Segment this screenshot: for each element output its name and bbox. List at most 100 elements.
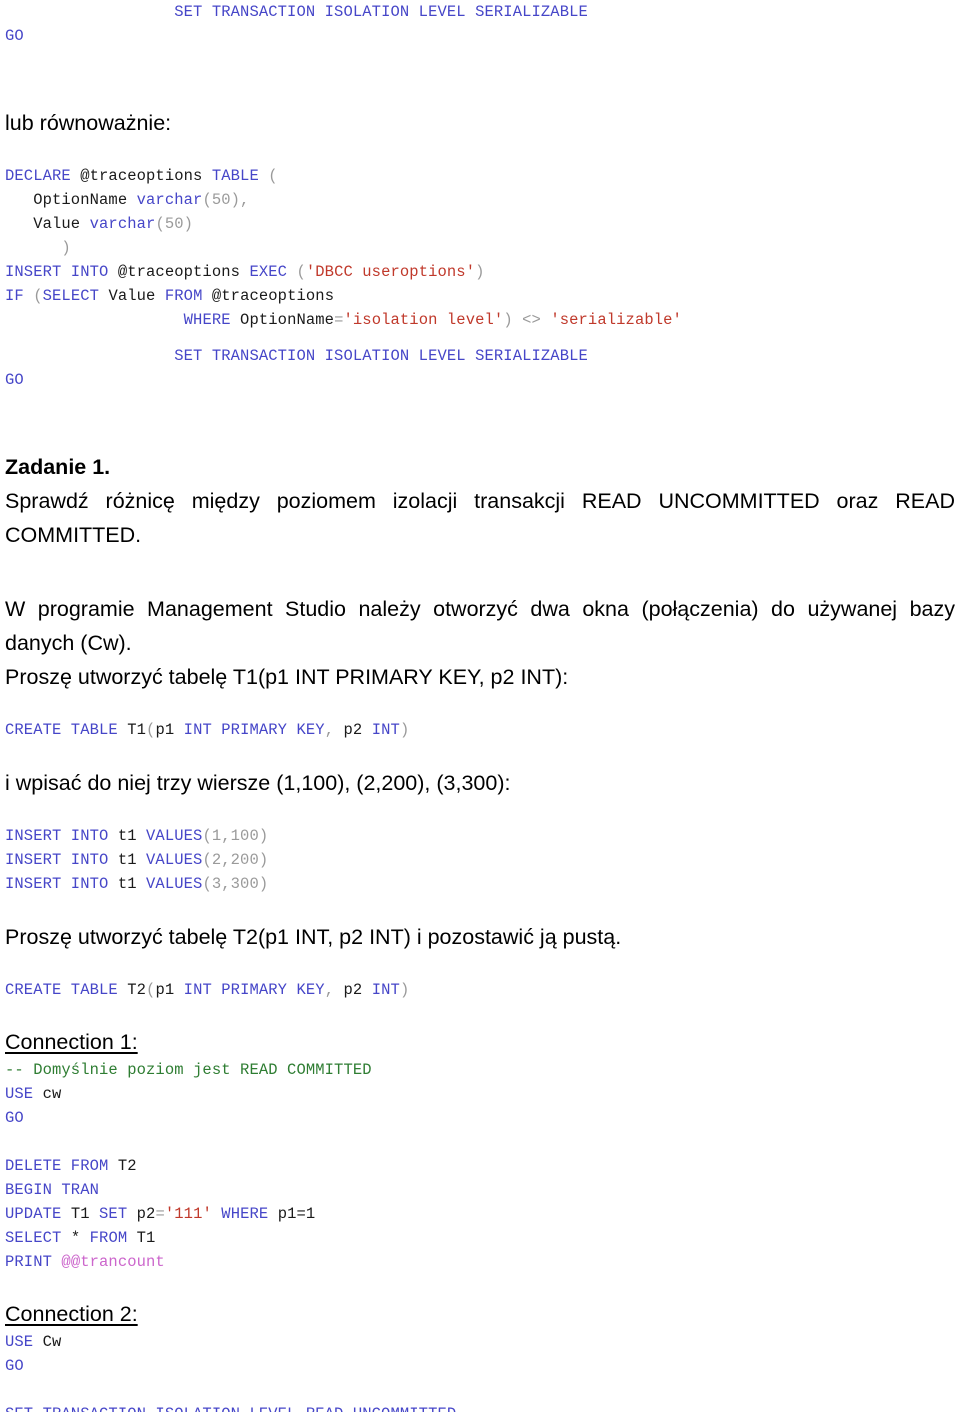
sql-keyword-begin-tran: BEGIN TRAN bbox=[5, 1181, 100, 1199]
paragraph-lub-rownowaznie: lub równoważnie: bbox=[5, 111, 172, 135]
sql-variable-trancount: @@trancount bbox=[52, 1253, 165, 1271]
sql-paren-open: ( bbox=[258, 167, 278, 185]
sql-paren-close: ) bbox=[5, 239, 71, 257]
paragraph-create-t2-instruction: Proszę utworzyć tabelę T2(p1 INT, p2 INT… bbox=[5, 925, 622, 949]
connection-1-heading: Connection 1: bbox=[5, 1030, 138, 1054]
sql-keyword-values: VALUES bbox=[146, 851, 203, 869]
code-block-connection-2-header: USE Cw GO bbox=[5, 1330, 955, 1378]
code-block-connection-2-isolation: SET TRANSACTION ISOLATION LEVEL READ UNC… bbox=[5, 1402, 955, 1412]
sql-keyword-go: GO bbox=[5, 371, 24, 389]
sql-keyword-set-transaction: SET TRANSACTION ISOLATION LEVEL SERIALIZ… bbox=[174, 3, 588, 21]
sql-values-args: (2,200) bbox=[202, 851, 269, 869]
sql-column-optionname: OptionName bbox=[230, 311, 335, 329]
sql-keyword-go: GO bbox=[5, 1109, 24, 1127]
sql-database-cw: cw bbox=[33, 1085, 62, 1103]
paragraph-management-studio: W programie Management Studio należy otw… bbox=[5, 597, 955, 655]
code-block-connection-1-header: -- Domyślnie poziom jest READ COMMITTED … bbox=[5, 1058, 955, 1130]
sql-values-args: (1,100) bbox=[202, 827, 269, 845]
connection-2-heading: Connection 2: bbox=[5, 1302, 138, 1326]
paragraph-create-t1-instruction: Proszę utworzyć tabelę T1(p1 INT PRIMARY… bbox=[5, 665, 569, 689]
sql-paren-close: ) bbox=[399, 721, 410, 739]
sql-type-length: (50), bbox=[202, 191, 250, 209]
sql-keyword-values: VALUES bbox=[146, 875, 203, 893]
sql-keyword-print: PRINT bbox=[5, 1253, 53, 1271]
sql-paren-close: ) bbox=[503, 311, 513, 329]
sql-keyword-set: SET bbox=[99, 1205, 128, 1223]
task-heading-zadanie-1: Zadanie 1. bbox=[5, 455, 111, 479]
sql-values-args: (3,300) bbox=[202, 875, 269, 893]
sql-table-t1: t1 bbox=[108, 827, 147, 845]
sql-variable-traceoptions: @traceoptions bbox=[202, 287, 335, 305]
sql-column-p1: p1 bbox=[155, 721, 184, 739]
sql-table-t2: T2 bbox=[108, 1157, 137, 1175]
sql-keyword-insert-into: INSERT INTO bbox=[5, 827, 109, 845]
sql-keyword-select: SELECT bbox=[5, 1229, 62, 1247]
sql-paren-open: ( bbox=[23, 287, 43, 305]
task-body-text: Sprawdź różnicę między poziomem izolacji… bbox=[5, 489, 955, 547]
sql-variable-traceoptions: @traceoptions bbox=[108, 263, 250, 281]
sql-type-int-primary-key: INT PRIMARY KEY bbox=[183, 721, 325, 739]
sql-type-length: (50) bbox=[155, 215, 194, 233]
sql-keyword-where: WHERE bbox=[211, 1205, 269, 1223]
document-page: SET TRANSACTION ISOLATION LEVEL SERIALIZ… bbox=[0, 0, 960, 1412]
sql-table-t1: T1 bbox=[117, 721, 147, 739]
sql-operator-not-equal: <> bbox=[512, 311, 551, 329]
code-block-insert-rows: INSERT INTO t1 VALUES (1,100) INSERT INTO… bbox=[5, 824, 955, 896]
sql-comma: , bbox=[324, 981, 344, 999]
sql-table-t1: T1 bbox=[127, 1229, 156, 1247]
sql-paren-open: ( bbox=[287, 263, 306, 281]
sql-keyword-insert-into: INSERT INTO bbox=[5, 263, 109, 281]
sql-column-value: Value bbox=[99, 287, 165, 305]
sql-keyword-from: FROM bbox=[89, 1229, 128, 1247]
sql-keyword-create-table: CREATE TABLE bbox=[5, 981, 118, 999]
sql-keyword-update: UPDATE bbox=[5, 1205, 62, 1223]
sql-column-p1: p1 bbox=[155, 981, 184, 999]
sql-table-t2: T2 bbox=[117, 981, 147, 999]
sql-keyword-insert-into: INSERT INTO bbox=[5, 851, 109, 869]
sql-type-int: INT bbox=[371, 721, 400, 739]
sql-star: * bbox=[61, 1229, 90, 1247]
sql-comment-default-level: -- Domyślnie poziom jest READ COMMITTED bbox=[5, 1061, 372, 1079]
code-block-create-table-t2: CREATE TABLE T2(p1 INT PRIMARY KEY, p2 I… bbox=[5, 978, 955, 1002]
sql-condition-p1: p1=1 bbox=[268, 1205, 316, 1223]
sql-column-value: Value bbox=[5, 215, 90, 233]
connection-1-section: Connection 1: bbox=[5, 1026, 955, 1058]
sql-paren-close: ) bbox=[475, 263, 485, 281]
sql-keyword-exec: EXEC bbox=[249, 263, 288, 281]
sql-keyword-use: USE bbox=[5, 1333, 34, 1351]
sql-keyword-declare: DECLARE bbox=[5, 167, 71, 185]
sql-keyword-delete-from: DELETE FROM bbox=[5, 1157, 109, 1175]
code-block-set-serializable-2: SET TRANSACTION ISOLATION LEVEL SERIALIZ… bbox=[5, 344, 955, 392]
sql-operator-equals: = bbox=[155, 1205, 165, 1223]
sql-string-111: '111' bbox=[164, 1205, 212, 1223]
sql-keyword-insert-into: INSERT INTO bbox=[5, 875, 109, 893]
sql-string-dbcc-useroptions: 'DBCC useroptions' bbox=[305, 263, 476, 281]
sql-keyword-create-table: CREATE TABLE bbox=[5, 721, 118, 739]
sql-type-varchar: varchar bbox=[136, 191, 203, 209]
sql-keyword-table: TABLE bbox=[211, 167, 259, 185]
sql-keyword-use: USE bbox=[5, 1085, 34, 1103]
sql-table-t1: T1 bbox=[61, 1205, 100, 1223]
sql-type-int-primary-key: INT PRIMARY KEY bbox=[183, 981, 325, 999]
sql-variable-traceoptions: @traceoptions bbox=[70, 167, 212, 185]
code-block-set-serializable-1: SET TRANSACTION ISOLATION LEVEL SERIALIZ… bbox=[5, 0, 955, 48]
paragraph-insert-rows-instruction: i wpisać do niej trzy wiersze (1,100), (… bbox=[5, 771, 511, 795]
sql-keyword-if: IF bbox=[5, 287, 24, 305]
sql-keyword-from: FROM bbox=[164, 287, 203, 305]
sql-column-optionname: OptionName bbox=[5, 191, 137, 209]
sql-keyword-set-transaction: SET TRANSACTION ISOLATION LEVEL SERIALIZ… bbox=[174, 347, 588, 365]
code-block-declare-traceoptions: DECLARE @traceoptions TABLE ( OptionName… bbox=[5, 164, 955, 332]
sql-paren-close: ) bbox=[399, 981, 410, 999]
sql-string-serializable: 'serializable' bbox=[550, 311, 682, 329]
